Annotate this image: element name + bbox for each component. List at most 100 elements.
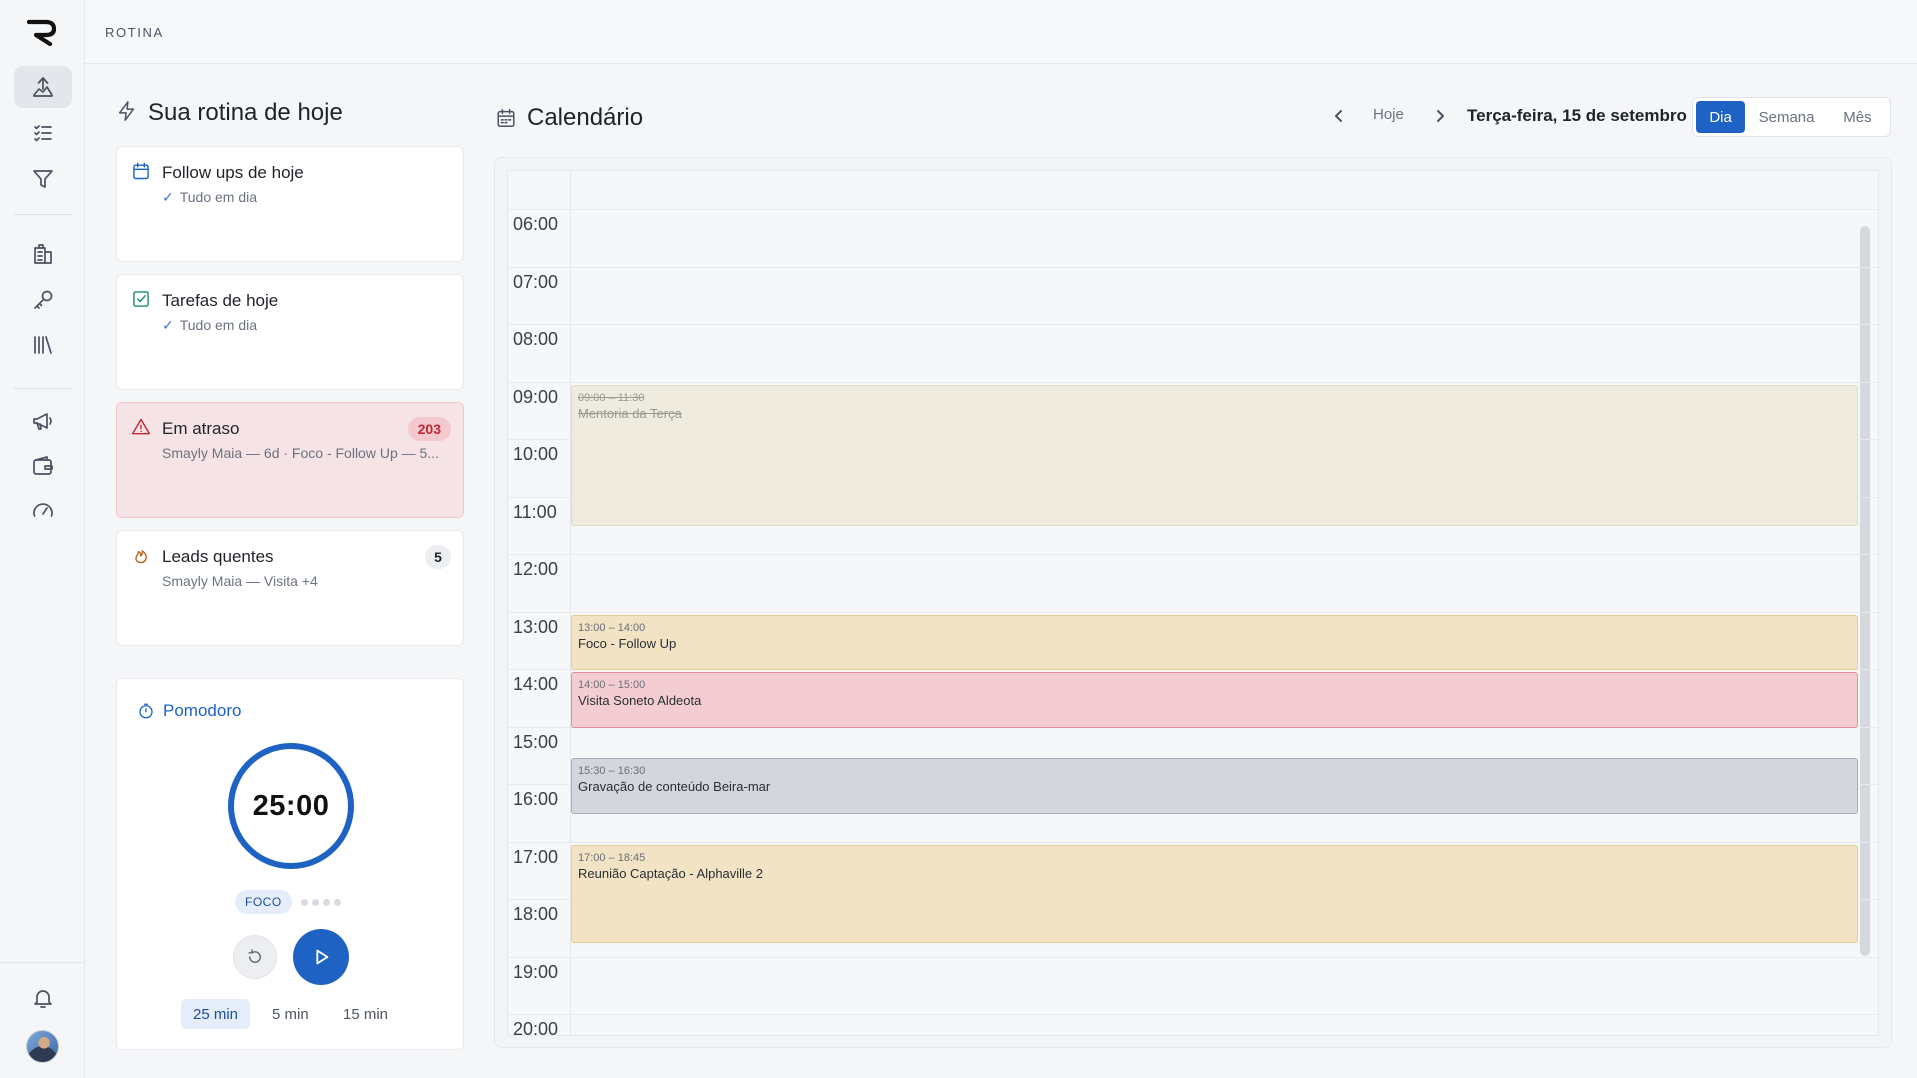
nav-tasks[interactable] bbox=[14, 112, 72, 154]
calendar-scrollbar[interactable] bbox=[1860, 226, 1870, 956]
calendar-frame: 06:00 07:00 08:00 09:00 10:00 11:00 12:00 13:00… bbox=[494, 157, 1892, 1048]
hour-label: 16:00 bbox=[513, 789, 559, 809]
bell-icon bbox=[34, 990, 52, 1008]
nav-keys[interactable] bbox=[14, 279, 72, 321]
hour-line bbox=[508, 956, 1878, 958]
hour-line bbox=[508, 841, 1878, 843]
next-day-button[interactable] bbox=[1428, 104, 1452, 128]
card-title: Em atraso bbox=[162, 419, 240, 438]
lightning-icon bbox=[116, 100, 138, 127]
user-avatar[interactable] bbox=[26, 1030, 59, 1063]
nav-divider bbox=[14, 388, 72, 389]
card-overdue[interactable]: Em atraso Smayly Maia — 6d · Foco - Foll… bbox=[116, 402, 464, 518]
calendar-event[interactable]: 15:30 – 16:30 Gravação de conteúdo Beira-… bbox=[571, 758, 1858, 814]
nav-funnel[interactable] bbox=[14, 158, 72, 200]
hour-label: 20:00 bbox=[513, 1019, 559, 1036]
sidebar-divider bbox=[0, 962, 85, 963]
prev-day-button[interactable] bbox=[1327, 104, 1351, 128]
speedometer-icon bbox=[33, 503, 53, 517]
card-followups[interactable]: Follow ups de hoje ✓ Tudo em dia bbox=[116, 146, 464, 262]
hour-label: 06:00 bbox=[513, 214, 559, 234]
card-hot-leads[interactable]: Leads quentes Smayly Maia — Visita +4 5 bbox=[116, 530, 464, 646]
view-switcher: Dia Semana Mês bbox=[1692, 97, 1891, 137]
app-title: ROTINA bbox=[105, 25, 164, 40]
hour-label: 10:00 bbox=[513, 444, 559, 464]
key-icon bbox=[34, 290, 53, 309]
nav-notifications[interactable] bbox=[14, 977, 72, 1019]
event-time: 09:00 – 11:30 bbox=[578, 391, 645, 404]
hour-label: 08:00 bbox=[513, 329, 559, 349]
chevron-right-icon bbox=[1437, 110, 1444, 122]
reset-button[interactable] bbox=[233, 935, 277, 979]
nav-rotina[interactable] bbox=[14, 66, 72, 108]
nav-dashboard[interactable] bbox=[14, 490, 72, 532]
building-icon bbox=[34, 244, 52, 264]
checkbox-icon bbox=[131, 289, 151, 314]
rotina-icon bbox=[33, 77, 53, 97]
funnel-icon bbox=[33, 170, 53, 188]
play-button[interactable] bbox=[293, 929, 349, 985]
overdue-count-badge: 203 bbox=[407, 417, 451, 441]
calendar-event[interactable]: 13:00 – 14:00 Foco - Follow Up bbox=[571, 614, 1858, 670]
timer-display: 25:00 bbox=[252, 789, 330, 822]
calendar-event[interactable]: 09:00 – 11:30 Mentoria da Terça bbox=[571, 384, 1858, 527]
hour-label: 18:00 bbox=[513, 904, 559, 924]
event-title: Mentoria da Terça bbox=[578, 405, 682, 421]
hour-line bbox=[508, 209, 1878, 210]
nav-properties[interactable] bbox=[14, 233, 72, 275]
duration-25[interactable]: 25 min bbox=[181, 999, 251, 1029]
card-tasks[interactable]: Tarefas de hoje ✓ Tudo em dia bbox=[116, 274, 464, 390]
hour-line bbox=[508, 611, 1878, 613]
calendar-grid-icon bbox=[497, 109, 515, 127]
card-subtitle: ✓ Tudo em dia bbox=[162, 189, 258, 205]
view-week[interactable]: Semana bbox=[1747, 101, 1826, 133]
calendar-icon bbox=[131, 161, 151, 186]
event-time: 17:00 – 18:45 bbox=[578, 851, 646, 864]
session-dots bbox=[301, 899, 341, 906]
calendar-event[interactable]: 17:00 – 18:45 Reunião Captação - Alphavil… bbox=[571, 844, 1858, 944]
event-title: Reunião Captação - Alphaville 2 bbox=[578, 865, 764, 881]
mode-pill: FOCO bbox=[235, 890, 292, 914]
app-logo[interactable] bbox=[26, 18, 58, 46]
current-date: Terça-feira, 15 de setembro bbox=[1467, 106, 1687, 125]
hour-label: 07:00 bbox=[513, 271, 559, 292]
duration-5[interactable]: 5 min bbox=[260, 999, 321, 1029]
hour-line bbox=[508, 381, 1878, 383]
nav-library[interactable] bbox=[14, 324, 72, 366]
card-subtitle: Smayly Maia — 6d · Foco - Follow Up — 5.… bbox=[162, 445, 439, 461]
pomodoro-title: Pomodoro bbox=[163, 701, 242, 720]
routine-header: Sua rotina de hoje bbox=[116, 99, 343, 127]
today-button[interactable]: Hoje bbox=[1373, 106, 1404, 123]
hour-label: 17:00 bbox=[513, 846, 559, 867]
event-time: 13:00 – 14:00 bbox=[578, 621, 646, 634]
event-time: 14:00 – 15:00 bbox=[578, 679, 646, 691]
nav-divider bbox=[14, 214, 72, 215]
nav-marketing[interactable] bbox=[14, 400, 72, 442]
timer-ring: 25:00 bbox=[228, 743, 354, 869]
card-title: Leads quentes bbox=[162, 547, 274, 566]
view-day[interactable]: Dia bbox=[1696, 101, 1746, 133]
check-icon: ✓ bbox=[162, 317, 174, 333]
card-title: Tarefas de hoje bbox=[162, 291, 279, 310]
calendar-event[interactable]: 14:00 – 15:00 Visita Soneto Aldeota bbox=[571, 672, 1858, 728]
pomodoro-panel: Pomodoro 25:00 FOCO 25 min 5 min 15 min bbox=[116, 678, 464, 1050]
event-title: Foco - Follow Up bbox=[578, 635, 677, 651]
warning-icon bbox=[131, 417, 151, 442]
top-bar: ROTINA bbox=[85, 0, 1917, 64]
hour-line bbox=[508, 1014, 1878, 1015]
hour-line bbox=[508, 324, 1878, 325]
hour-label: 11:00 bbox=[513, 501, 557, 522]
duration-15[interactable]: 15 min bbox=[331, 999, 400, 1029]
hour-label: 19:00 bbox=[513, 961, 559, 982]
nav-wallet[interactable] bbox=[14, 445, 72, 487]
tasks-list-icon bbox=[34, 125, 52, 142]
calendar-day-grid[interactable]: 06:00 07:00 08:00 09:00 10:00 11:00 12:00 13:00… bbox=[507, 170, 1879, 1036]
view-month[interactable]: Mês bbox=[1828, 101, 1887, 133]
pomodoro-header: Pomodoro bbox=[137, 701, 241, 721]
library-icon bbox=[34, 336, 52, 354]
card-subtitle: ✓ Tudo em dia bbox=[162, 317, 258, 333]
chevron-left-icon bbox=[1335, 110, 1342, 122]
check-icon: ✓ bbox=[162, 189, 174, 205]
event-title: Visita Soneto Aldeota bbox=[578, 693, 702, 708]
hour-line bbox=[508, 266, 1878, 268]
